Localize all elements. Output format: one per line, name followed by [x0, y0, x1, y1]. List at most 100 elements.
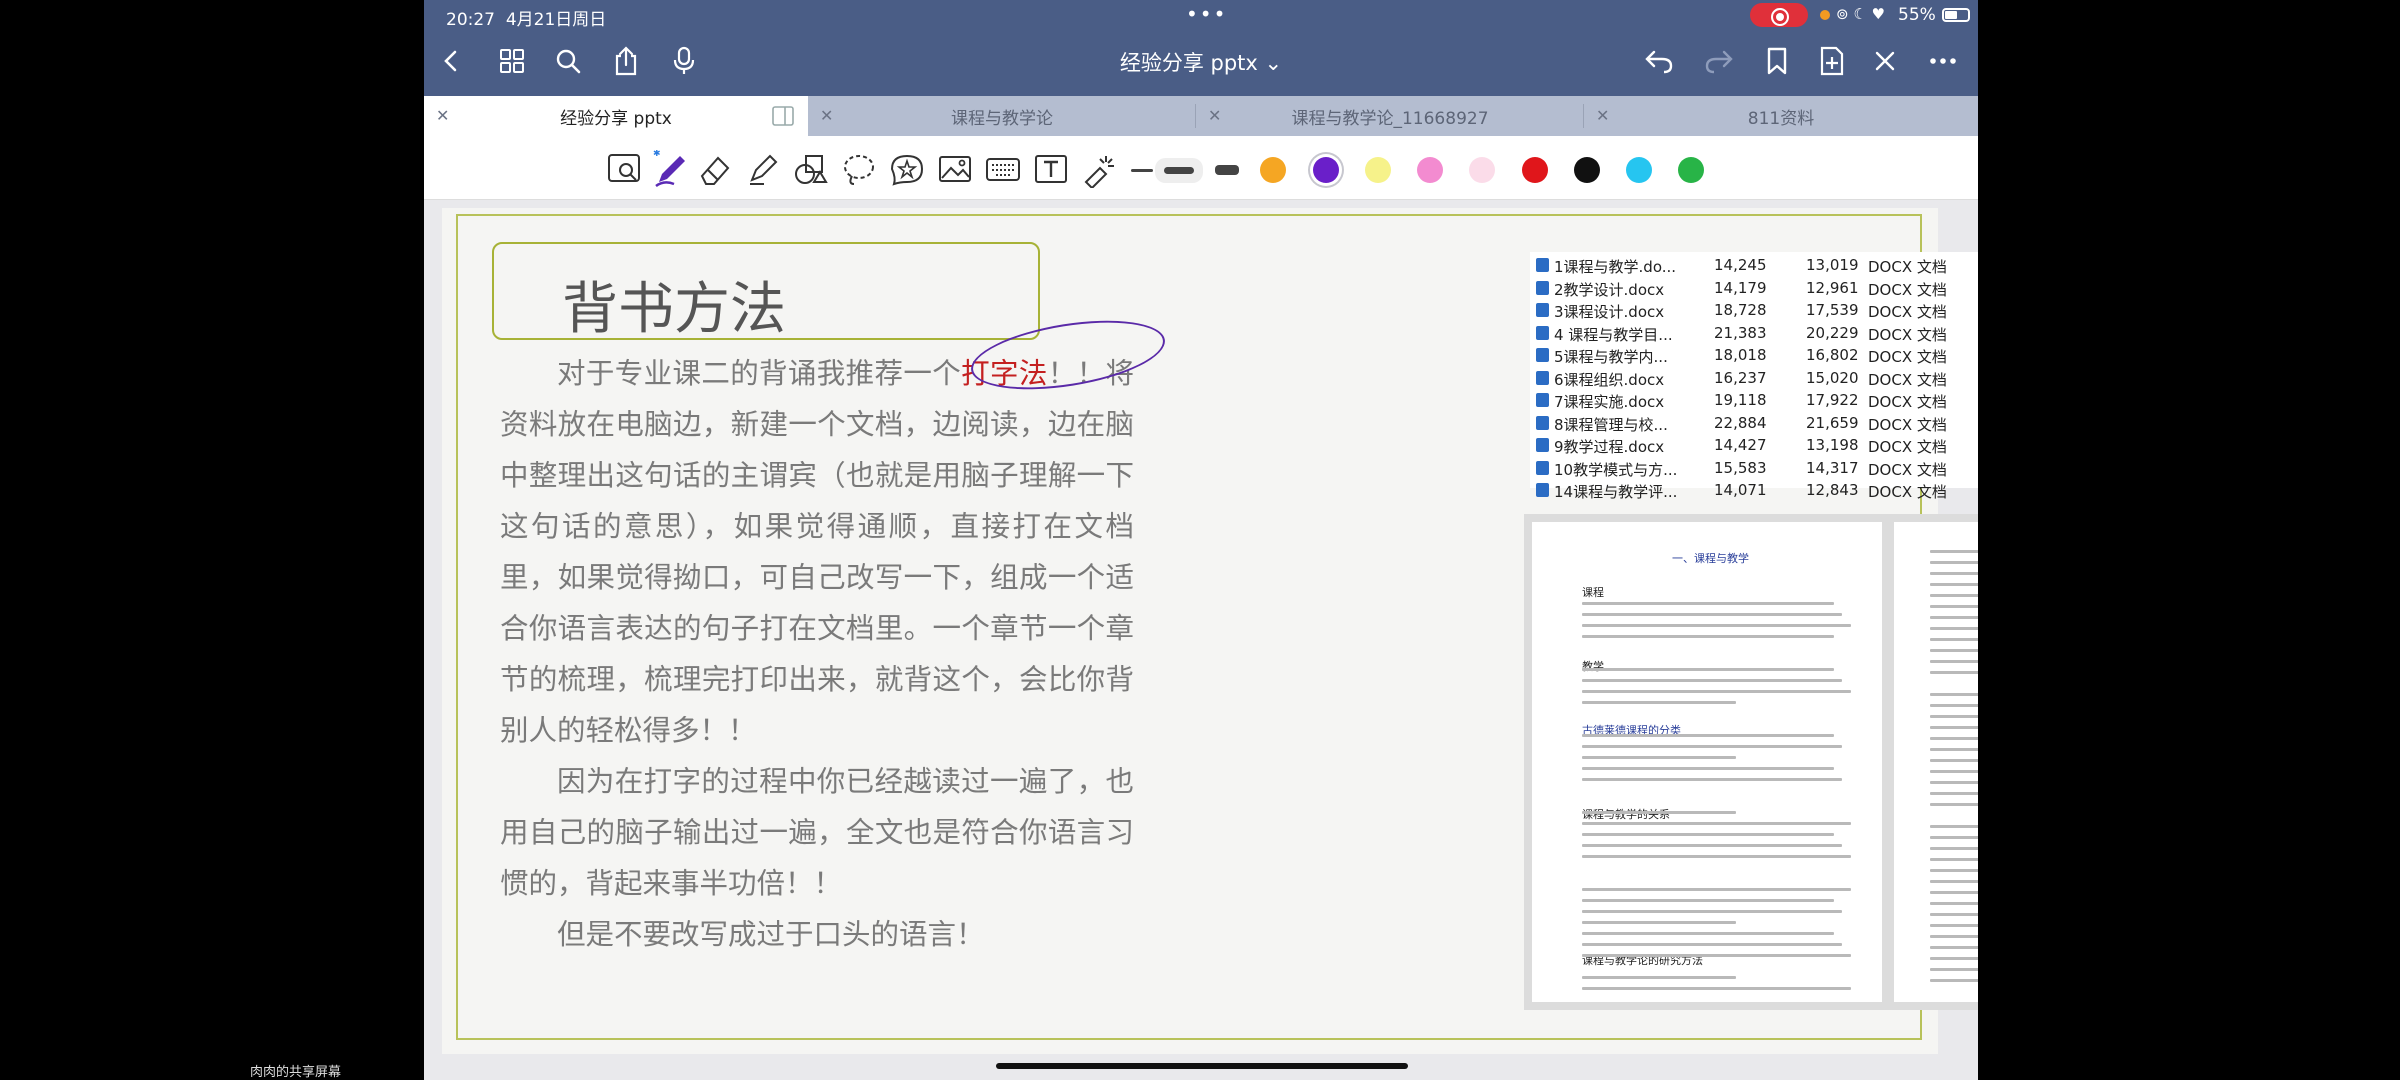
ipad-screen: 20:27 4月21日周日 ••• ⊚ ☾ ♥ 55% 经验分享 pptx ⌄ — [424, 0, 1978, 1080]
color-swatch-pink[interactable] — [1417, 157, 1443, 183]
color-swatch-black[interactable] — [1574, 157, 1600, 183]
file-cell: 17,539 — [1806, 301, 1859, 319]
file-row: 5课程与教学内...18,01816,802DOCX 文档2023/11/13 … — [1530, 344, 1978, 367]
text-line — [1582, 976, 1736, 979]
close-icon[interactable] — [1868, 44, 1902, 78]
pen-icon[interactable]: ✱ — [652, 150, 690, 188]
text-line — [1930, 979, 1978, 982]
shapes-icon[interactable] — [792, 150, 830, 188]
text-line — [1582, 844, 1843, 847]
file-cell: 6课程组织.docx — [1554, 370, 1665, 389]
file-cell: 1课程与教学.do... — [1554, 258, 1677, 276]
file-row: 1课程与教学.do...14,24513,019DOCX 文档2023/11/2… — [1530, 254, 1978, 277]
text-line — [1930, 935, 1978, 938]
docx-file-icon — [1536, 325, 1549, 340]
tab-jingyan-fenxiang[interactable]: ✕ 经验分享 pptx — [424, 96, 808, 136]
tab-close-icon[interactable]: ✕ — [436, 106, 449, 125]
more-icon[interactable] — [1926, 44, 1960, 78]
file-cell: 21,383 — [1714, 323, 1767, 342]
docx-file-icon — [1536, 303, 1549, 317]
document-title[interactable]: 经验分享 pptx ⌄ — [424, 47, 1978, 77]
color-swatch-green[interactable] — [1678, 157, 1704, 183]
text-line — [1930, 847, 1978, 850]
text-line — [1582, 602, 1834, 605]
redo-icon[interactable] — [1702, 44, 1736, 78]
color-swatch-orange[interactable] — [1260, 157, 1286, 183]
file-cell: DOCX 文档 — [1868, 258, 1947, 276]
split-view-icon[interactable] — [772, 106, 794, 126]
text-line — [1930, 825, 1978, 828]
tab-811-ziliao[interactable]: ✕ 811资料 — [1584, 96, 1978, 136]
color-swatch-light-pink[interactable] — [1469, 157, 1495, 183]
bookmark-icon[interactable] — [1760, 44, 1794, 78]
text-box-icon[interactable] — [1032, 150, 1070, 188]
stroke-thick[interactable] — [1215, 165, 1239, 175]
tab-close-icon[interactable]: ✕ — [1208, 106, 1221, 125]
file-cell: 13,198 — [1806, 436, 1859, 454]
tab-kecheng-jiaoxuelun-11668927[interactable]: ✕ 课程与教学论_11668927 — [1196, 96, 1584, 136]
file-cell: 8课程管理与校... — [1554, 415, 1668, 434]
undo-icon[interactable] — [1642, 44, 1676, 78]
text-line — [1582, 701, 1736, 704]
sticker-icon[interactable] — [888, 150, 926, 188]
add-page-icon[interactable] — [1815, 44, 1849, 78]
file-cell: 5课程与教学内... — [1554, 348, 1668, 366]
file-cell: 3课程设计.docx — [1554, 303, 1665, 321]
text-line — [1582, 745, 1843, 748]
stroke-thin[interactable] — [1131, 169, 1153, 172]
text-line — [1930, 792, 1978, 795]
file-cell: DOCX 文档 — [1868, 348, 1947, 366]
text-line — [1582, 954, 1851, 957]
file-cell: 12,843 — [1806, 481, 1859, 499]
highlighter-icon[interactable] — [744, 150, 782, 188]
text-line — [1930, 715, 1978, 718]
docx-file-icon — [1536, 415, 1549, 430]
text-line — [1582, 855, 1851, 858]
text-line — [1582, 679, 1843, 682]
laser-pointer-icon[interactable] — [1080, 150, 1118, 188]
screen-recording-icon[interactable] — [1750, 3, 1808, 27]
file-row: 2教学设计.docx14,17912,961DOCX 文档2023/11/5 1… — [1530, 277, 1978, 300]
lasso-icon[interactable] — [840, 150, 878, 188]
color-swatch-red[interactable] — [1522, 157, 1548, 183]
text-line — [1930, 605, 1978, 608]
file-cell: 15,020 — [1806, 368, 1859, 387]
file-cell: 21,659 — [1806, 413, 1859, 432]
file-list-image: 1课程与教学.do...14,24513,019DOCX 文档2023/11/2… — [1530, 252, 1978, 501]
color-swatch-cyan[interactable] — [1626, 157, 1652, 183]
file-cell: 9教学过程.docx — [1554, 438, 1665, 456]
text-line — [1582, 811, 1736, 814]
slide[interactable]: 背书方法 对于专业课二的背诵我推荐一个打字法！！将资料放在电脑边，新建一个文档，… — [442, 208, 1978, 1054]
home-indicator[interactable] — [996, 1063, 1408, 1069]
lasso-zoom-icon[interactable] — [606, 150, 644, 188]
multitasking-dots-icon[interactable]: ••• — [1186, 2, 1227, 26]
eraser-icon[interactable] — [696, 150, 734, 188]
keyboard-icon[interactable] — [984, 150, 1022, 188]
file-row: 7课程实施.docx19,11817,922DOCX 文档2023/11/28 … — [1530, 389, 1978, 412]
tab-close-icon[interactable]: ✕ — [820, 106, 833, 125]
tab-kecheng-jiaoxuelun[interactable]: ✕ 课程与教学论 — [808, 96, 1196, 136]
tab-close-icon[interactable]: ✕ — [1596, 106, 1609, 125]
color-swatch-purple[interactable] — [1313, 157, 1339, 183]
file-row: 8课程管理与校...22,88421,659DOCX 文档2023/12/3 1… — [1530, 412, 1978, 435]
text-line — [1930, 616, 1978, 619]
text-line — [1582, 888, 1851, 891]
slide-canvas[interactable]: 背书方法 对于专业课二的背诵我推荐一个打字法！！将资料放在电脑边，新建一个文档，… — [424, 200, 1978, 1080]
file-row: 9教学过程.docx14,42713,198DOCX 文档2023/12/3 1… — [1530, 434, 1978, 457]
text-line — [1582, 833, 1834, 836]
docx-file-icon — [1536, 258, 1549, 272]
text-line — [1582, 624, 1851, 627]
file-cell: 14,245 — [1714, 256, 1767, 274]
file-cell: 13,019 — [1806, 256, 1859, 274]
color-swatch-yellow[interactable] — [1365, 157, 1391, 183]
file-cell: 14,071 — [1714, 481, 1767, 499]
battery-icon — [1942, 8, 1970, 22]
file-cell: 16,802 — [1806, 346, 1859, 364]
file-row: 10教学模式与方...15,58314,317DOCX 文档2023/12/3 … — [1530, 457, 1978, 480]
docx-file-icon — [1536, 393, 1549, 407]
battery-percent: 55% — [1898, 5, 1936, 25]
stroke-medium[interactable] — [1164, 167, 1194, 174]
text-line — [1930, 770, 1978, 773]
text-line — [1582, 921, 1736, 924]
image-icon[interactable] — [936, 150, 974, 188]
